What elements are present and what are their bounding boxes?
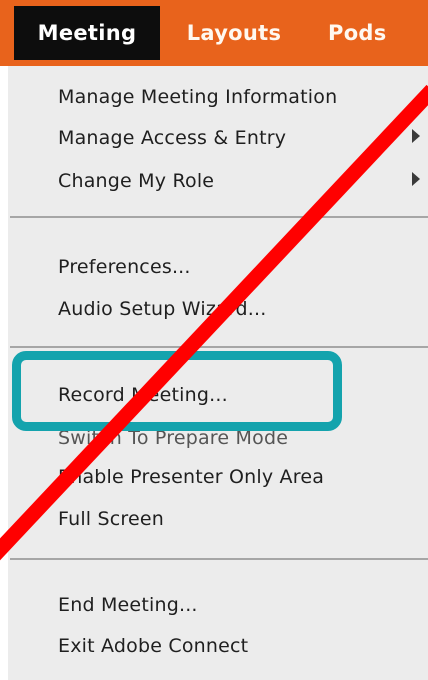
menu-separator <box>10 216 428 218</box>
menu-separator <box>10 346 428 348</box>
submenu-arrow-icon <box>412 129 420 143</box>
tab-layouts[interactable]: Layouts <box>170 6 298 60</box>
tab-meeting[interactable]: Meeting <box>14 6 160 60</box>
menu-item-end-meeting[interactable]: End Meeting... <box>58 594 198 616</box>
menu-item-change-my-role[interactable]: Change My Role <box>58 170 214 192</box>
tab-pods[interactable]: Pods <box>318 6 428 60</box>
menu-item-enable-presenter-only-area[interactable]: Enable Presenter Only Area <box>58 466 324 488</box>
highlight-box <box>12 351 342 431</box>
submenu-arrow-icon <box>412 172 420 186</box>
menu-separator <box>10 558 428 560</box>
menu-item-preferences[interactable]: Preferences... <box>58 256 191 278</box>
menu-bar: Meeting Layouts Pods <box>0 0 428 66</box>
menu-item-manage-meeting-information[interactable]: Manage Meeting Information <box>58 86 337 108</box>
menu-item-exit-adobe-connect[interactable]: Exit Adobe Connect <box>58 635 248 657</box>
menu-item-manage-access-entry[interactable]: Manage Access & Entry <box>58 127 286 149</box>
menu-item-full-screen[interactable]: Full Screen <box>58 508 164 530</box>
menu-item-audio-setup-wizard[interactable]: Audio Setup Wizard... <box>58 298 267 320</box>
